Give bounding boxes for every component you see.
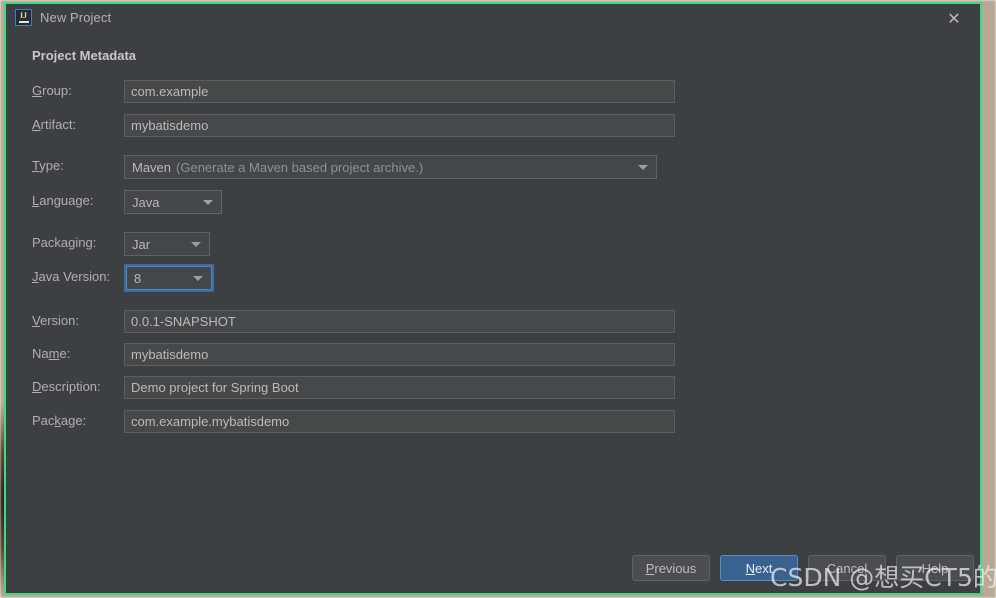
intellij-idea-icon: IJ bbox=[15, 9, 32, 26]
description-value: Demo project for Spring Boot bbox=[131, 380, 299, 395]
language-value: Java bbox=[132, 194, 160, 210]
app-icon-letters: IJ bbox=[19, 11, 28, 20]
group-label: Group: bbox=[32, 83, 72, 98]
type-combobox[interactable]: Maven (Generate a Maven based project ar… bbox=[124, 155, 657, 179]
app-icon-underline bbox=[18, 21, 29, 23]
artifact-label: Artifact: bbox=[32, 117, 77, 132]
chevron-down-icon bbox=[203, 200, 213, 205]
chevron-down-icon bbox=[193, 276, 203, 281]
packaging-value: Jar bbox=[132, 236, 151, 252]
dialog-titlebar: IJ New Project ✕ bbox=[6, 4, 980, 32]
group-input[interactable]: com.example bbox=[124, 80, 675, 103]
artifact-value: mybatisdemo bbox=[131, 118, 209, 133]
page-title: Project Metadata bbox=[32, 48, 137, 63]
cancel-button-label: Cancel bbox=[826, 560, 868, 576]
java-version-value: 8 bbox=[134, 270, 142, 286]
type-value: Maven bbox=[132, 159, 172, 175]
package-input[interactable]: com.example.mybatisdemo bbox=[124, 410, 675, 433]
new-project-dialog-frame: IJ New Project ✕ Project Metadata Group:… bbox=[4, 2, 982, 595]
name-value: mybatisdemo bbox=[131, 347, 209, 362]
package-label: Package: bbox=[32, 413, 87, 428]
chevron-down-icon bbox=[638, 165, 648, 170]
version-label: Version: bbox=[32, 313, 79, 328]
dialog-button-bar: Previous Next Cancel Help bbox=[6, 555, 980, 583]
field-row-java-version: Java Version: 8 bbox=[6, 264, 980, 292]
field-row-name: Name: mybatisdemo bbox=[6, 343, 980, 367]
artifact-input[interactable]: mybatisdemo bbox=[124, 114, 675, 137]
help-button[interactable]: Help bbox=[896, 555, 974, 581]
field-row-group: Group: com.example bbox=[6, 80, 980, 104]
field-row-packaging: Packaging: Jar bbox=[6, 232, 980, 256]
cancel-button[interactable]: Cancel bbox=[808, 555, 886, 581]
previous-button-label: Previous bbox=[645, 560, 697, 576]
java-version-combobox[interactable]: 8 bbox=[124, 264, 214, 292]
package-value: com.example.mybatisdemo bbox=[131, 414, 290, 429]
type-label: Type: bbox=[32, 158, 64, 173]
field-row-artifact: Artifact: mybatisdemo bbox=[6, 114, 980, 138]
field-row-version: Version: 0.0.1-SNAPSHOT bbox=[6, 310, 980, 334]
field-row-description: Description: Demo project for Spring Boo… bbox=[6, 376, 980, 400]
field-row-type: Type: Maven (Generate a Maven based proj… bbox=[6, 155, 980, 179]
group-value: com.example bbox=[131, 84, 209, 99]
chevron-down-icon bbox=[191, 242, 201, 247]
description-label: Description: bbox=[32, 379, 101, 394]
description-input[interactable]: Demo project for Spring Boot bbox=[124, 376, 675, 399]
field-row-package: Package: com.example.mybatisdemo bbox=[6, 410, 980, 434]
version-value: 0.0.1-SNAPSHOT bbox=[131, 314, 236, 329]
new-project-dialog: IJ New Project ✕ Project Metadata Group:… bbox=[6, 4, 980, 593]
next-button-label: Next bbox=[745, 560, 773, 576]
previous-button[interactable]: Previous bbox=[632, 555, 710, 581]
help-button-label: Help bbox=[921, 560, 949, 576]
field-row-language: Language: Java bbox=[6, 190, 980, 214]
dialog-content: Project Metadata Group: com.example Arti… bbox=[6, 32, 980, 593]
close-icon[interactable]: ✕ bbox=[946, 11, 962, 27]
java-version-label: Java Version: bbox=[32, 269, 111, 284]
window-title: New Project bbox=[40, 10, 112, 25]
packaging-label: Packaging: bbox=[32, 235, 97, 250]
language-combobox[interactable]: Java bbox=[124, 190, 222, 214]
name-input[interactable]: mybatisdemo bbox=[124, 343, 675, 366]
next-button[interactable]: Next bbox=[720, 555, 798, 581]
language-label: Language: bbox=[32, 193, 94, 208]
version-input[interactable]: 0.0.1-SNAPSHOT bbox=[124, 310, 675, 333]
type-hint: (Generate a Maven based project archive.… bbox=[176, 159, 424, 175]
packaging-combobox[interactable]: Jar bbox=[124, 232, 210, 256]
name-label: Name: bbox=[32, 346, 71, 361]
